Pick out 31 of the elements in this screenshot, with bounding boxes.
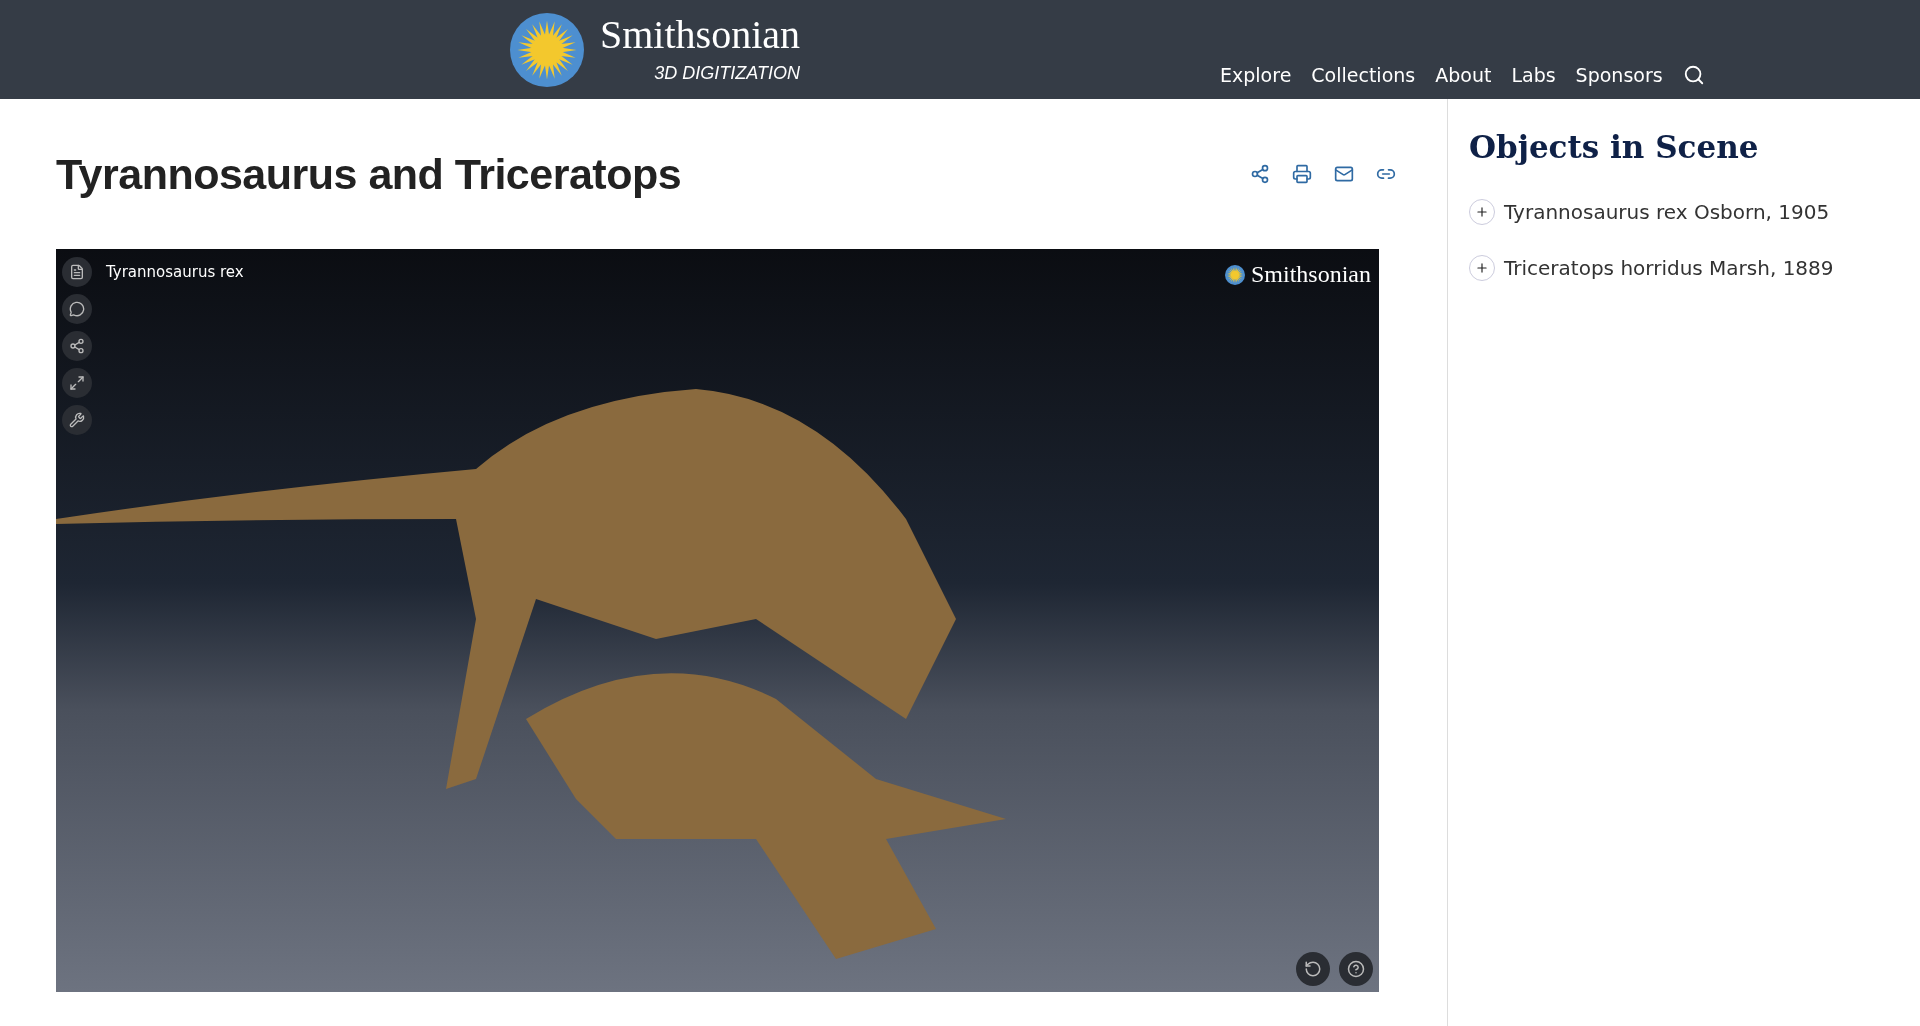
document-icon[interactable] [62, 257, 92, 287]
expand-toggle[interactable] [1469, 255, 1495, 281]
brand-text: Smithsonian [1251, 261, 1371, 288]
print-icon[interactable] [1292, 164, 1312, 184]
3d-viewer[interactable]: Tyrannosaurus rex Smithsonian [56, 249, 1379, 992]
object-label: Tyrannosaurus rex [106, 263, 244, 281]
speech-bubble-icon[interactable] [62, 294, 92, 324]
tools-icon[interactable] [62, 405, 92, 435]
expand-toggle[interactable] [1469, 199, 1495, 225]
help-icon[interactable] [1339, 952, 1373, 986]
mail-icon[interactable] [1334, 164, 1354, 184]
sun-logo-icon [1225, 264, 1245, 285]
share-icon[interactable] [1250, 164, 1270, 184]
sun-logo-icon [510, 12, 584, 87]
nav-link[interactable]: About [1435, 64, 1492, 86]
nav-link[interactable]: Collections [1311, 64, 1416, 86]
search-icon[interactable] [1682, 64, 1705, 86]
nav-link[interactable]: Sponsors [1575, 64, 1663, 86]
page-title: Tyrannosaurus and Triceratops [56, 149, 682, 199]
nav-link[interactable]: Labs [1511, 64, 1556, 86]
expand-icon[interactable] [62, 368, 92, 398]
object-item[interactable]: Triceratops horridus Marsh, 1889 [1504, 256, 1834, 280]
logo-subtitle: 3D DIGITIZATION [654, 63, 801, 84]
plus-icon [1475, 205, 1489, 219]
plus-icon [1475, 261, 1489, 275]
sidebar-title: Objects in Scene [1469, 129, 1760, 165]
share-icon[interactable] [62, 331, 92, 361]
logo-title: Smithsonian [600, 15, 801, 55]
nav-link[interactable]: Explore [1220, 64, 1292, 86]
reset-icon[interactable] [1296, 952, 1330, 986]
object-item[interactable]: Tyrannosaurus rex Osborn, 1905 [1504, 200, 1830, 224]
